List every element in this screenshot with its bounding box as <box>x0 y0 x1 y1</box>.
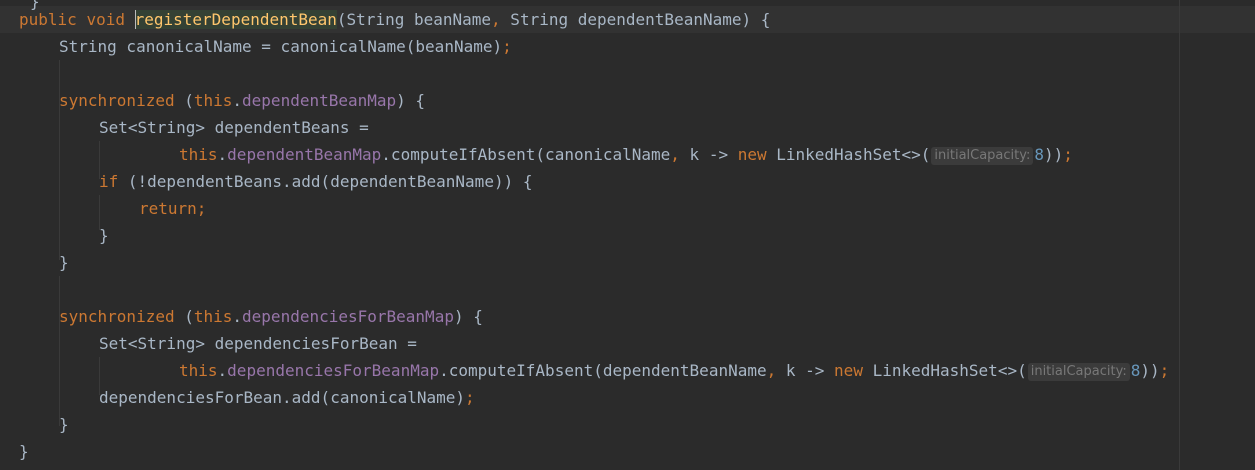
right-margin-guide <box>1179 0 1180 470</box>
field-reference: dependenciesForBeanMap <box>242 307 454 326</box>
code-line[interactable]: String canonicalName = canonicalName(bea… <box>0 33 512 60</box>
keyword: public <box>19 10 77 29</box>
code-text: .computeIfAbsent(dependentBeanName <box>439 361 767 380</box>
closing-brace: } <box>99 226 109 245</box>
punctuation: ; <box>1063 145 1073 164</box>
keyword: this <box>193 91 233 110</box>
code-text: String canonicalName = canonicalName(bea… <box>59 37 503 56</box>
code-text: String dependentBeanName) { <box>500 10 771 29</box>
keyword: this <box>179 145 218 164</box>
code-text: . <box>217 145 228 164</box>
code-text: ( <box>174 91 194 110</box>
keyword: new <box>737 145 767 164</box>
keyword: synchronized <box>59 91 175 110</box>
code-text: k -> <box>679 145 738 164</box>
punctuation: ; <box>196 199 207 218</box>
parameter-hint: initialCapacity: <box>931 147 1034 165</box>
keyword: this <box>193 307 233 326</box>
code-text: . <box>232 91 243 110</box>
code-line[interactable]: return; <box>0 195 206 222</box>
closing-brace: } <box>19 442 29 461</box>
hint-label: initialCapacity: <box>1030 364 1127 379</box>
code-line[interactable]: } <box>0 222 109 249</box>
code-text: (!dependentBeans.add(dependentBeanName))… <box>118 172 533 191</box>
code-text: (String beanName <box>336 10 492 29</box>
code-text: Set<String> dependentBeans = <box>99 118 369 137</box>
punctuation: , <box>670 145 680 164</box>
code-line[interactable]: Set<String> dependenciesForBean = <box>0 330 417 357</box>
code-text: ) { <box>396 91 426 110</box>
keyword: this <box>179 361 218 380</box>
punctuation: , <box>491 10 501 29</box>
field-reference: dependenciesForBeanMap <box>227 361 440 380</box>
number-literal: 8 <box>1130 361 1141 380</box>
code-line[interactable]: this.dependentBeanMap.computeIfAbsent(ca… <box>0 141 1073 168</box>
field-reference: dependentBeanMap <box>242 91 397 110</box>
code-line[interactable]: } <box>0 249 69 276</box>
indent-guide <box>59 276 60 426</box>
keyword: synchronized <box>59 307 175 326</box>
code-line[interactable]: synchronized (this.dependenciesForBeanMa… <box>0 303 483 330</box>
code-line[interactable]: } <box>0 438 39 465</box>
keyword: new <box>834 361 863 380</box>
parameter-hint: initialCapacity: <box>1027 363 1130 381</box>
keyword: return <box>139 199 197 218</box>
code-line[interactable]: this.dependenciesForBeanMap.computeIfAbs… <box>0 357 1169 384</box>
code-text: LinkedHashSet<>( <box>862 361 1027 380</box>
closing-brace: } <box>59 415 69 434</box>
code-text: ) { <box>453 307 483 326</box>
closing-brace: } <box>59 253 69 272</box>
code-text: Set<String> dependenciesForBean = <box>99 334 417 353</box>
code-text: k -> <box>776 361 835 380</box>
code-text: )) <box>1044 145 1064 164</box>
code-editor[interactable]: } public void registerDependentBean(Stri… <box>0 0 1255 470</box>
keyword: void <box>86 10 125 29</box>
code-text: LinkedHashSet<>( <box>766 145 931 164</box>
code-line[interactable]: dependenciesForBean.add(canonicalName); <box>0 384 475 411</box>
code-line[interactable]: public void registerDependentBean(String… <box>0 6 770 33</box>
code-text: .computeIfAbsent(canonicalName <box>381 145 671 164</box>
code-text: ( <box>174 307 194 326</box>
punctuation: ; <box>1159 361 1170 380</box>
code-text: dependenciesForBean.add(canonicalName) <box>99 388 466 407</box>
code-line[interactable]: } <box>0 411 69 438</box>
code-line[interactable]: if (!dependentBeans.add(dependentBeanNam… <box>0 168 532 195</box>
keyword: if <box>99 172 119 191</box>
code-line[interactable]: synchronized (this.dependentBeanMap) { <box>0 87 425 114</box>
code-text: )) <box>1140 361 1160 380</box>
punctuation: ; <box>502 37 512 56</box>
punctuation: , <box>766 361 777 380</box>
code-line[interactable]: Set<String> dependentBeans = <box>0 114 369 141</box>
hint-label: initialCapacity: <box>934 148 1031 163</box>
code-text: . <box>232 307 243 326</box>
punctuation: ; <box>465 388 475 407</box>
method-name: registerDependentBean <box>134 10 337 29</box>
code-text: . <box>217 361 228 380</box>
field-reference: dependentBeanMap <box>227 145 382 164</box>
number-literal: 8 <box>1034 145 1045 164</box>
